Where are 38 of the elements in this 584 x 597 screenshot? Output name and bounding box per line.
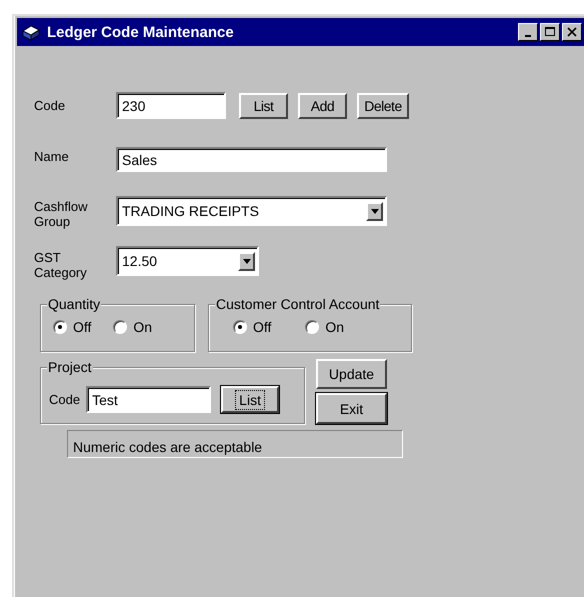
field-label: GST Category — [34, 250, 88, 280]
minimize-icon — [525, 35, 531, 37]
code-delete-button[interactable]: Delete — [357, 93, 409, 119]
radio-button[interactable] — [233, 320, 247, 334]
field-label: Name — [34, 149, 70, 164]
radio-button[interactable] — [113, 320, 128, 334]
gst-category-value: 12.50 — [122, 253, 158, 269]
close-icon — [566, 26, 578, 38]
close-button[interactable] — [562, 23, 582, 41]
radio-option[interactable]: Off — [233, 319, 272, 335]
update-button[interactable]: Update — [316, 359, 387, 389]
project-list-button[interactable]: List — [221, 386, 280, 413]
name-field[interactable]: Sales — [116, 147, 387, 172]
exit-button[interactable]: Exit — [316, 393, 387, 424]
group-title: Customer Control Account — [215, 296, 380, 312]
app-icon — [21, 23, 41, 41]
field-label: Cashflow Group — [34, 199, 88, 229]
code-list-button[interactable]: List — [239, 93, 288, 119]
window-title: Ledger Code Maintenance — [47, 24, 234, 40]
group-title: Quantity — [47, 296, 102, 312]
code-add-button[interactable]: Add — [298, 93, 347, 119]
code-field[interactable]: 230 — [116, 92, 226, 119]
status-message: Numeric codes are acceptable — [67, 430, 403, 458]
radio-button[interactable] — [305, 320, 320, 334]
radio-option[interactable]: On — [305, 319, 344, 335]
project-code-field[interactable]: Test — [86, 386, 212, 413]
field-label: Code — [49, 392, 80, 407]
group-title: Project — [47, 359, 93, 375]
radio-option[interactable]: On — [113, 319, 152, 335]
radio-button[interactable] — [53, 320, 67, 334]
radio-option[interactable]: Off — [53, 319, 92, 335]
maximize-icon — [544, 26, 556, 38]
cashflow-group-dropdown[interactable]: TRADING RECEIPTS — [116, 196, 387, 226]
maximize-button[interactable] — [540, 23, 560, 41]
minimize-button[interactable] — [518, 23, 538, 41]
field-label: Code — [34, 98, 66, 113]
cashflow-group-value: TRADING RECEIPTS — [122, 203, 259, 219]
gst-category-dropdown[interactable]: 12.50 — [116, 246, 259, 276]
